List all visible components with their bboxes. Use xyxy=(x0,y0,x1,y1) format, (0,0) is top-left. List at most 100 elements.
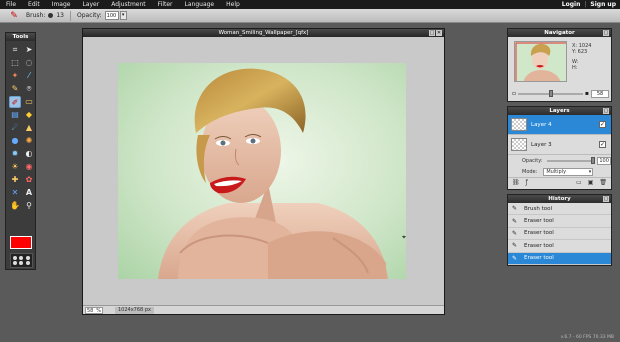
magic-wand-tool-icon[interactable]: ✦ xyxy=(9,70,21,82)
hand-tool-icon[interactable]: ✋ xyxy=(9,200,21,212)
brush-history-icon: ✎ xyxy=(512,205,518,213)
menu-image[interactable]: Image xyxy=(46,0,77,9)
brush-tool-icon[interactable]: ✎ xyxy=(8,10,20,22)
pinch-tool-icon[interactable]: ✕ xyxy=(9,187,21,199)
version-status: v.6.7 - 60 FPS 70.33 MB xyxy=(560,335,614,340)
options-bar: ✎ Brush: 13 Opacity: 100 ▾ xyxy=(0,9,620,23)
delete-layer-icon[interactable]: 🗑 xyxy=(599,179,607,186)
new-layer-icon[interactable]: ▣ xyxy=(588,179,594,186)
brush-size-value[interactable]: 13 xyxy=(56,12,64,19)
navigator-thumb-image xyxy=(515,42,566,81)
history-item[interactable]: ✎ Eraser tool xyxy=(508,240,611,253)
layer-row[interactable]: Layer 3 ✓ xyxy=(508,135,611,155)
lasso-tool-icon[interactable]: ◌ xyxy=(23,57,35,69)
picker-tool-icon[interactable]: ⁄ xyxy=(23,70,35,82)
dodge-tool-icon[interactable]: ◐ xyxy=(23,148,35,160)
preset-dot-icon xyxy=(13,255,18,260)
layers-title: Layers xyxy=(549,108,570,114)
zoom-out-icon[interactable]: ▫ xyxy=(512,90,516,97)
layer-style-icon[interactable]: ƒ xyxy=(526,179,528,186)
photo-canvas[interactable] xyxy=(118,63,406,279)
drop-tool-icon[interactable]: ✹ xyxy=(9,148,21,160)
tools-grid: ⌗ ➤ ⬚ ◌ ✦ ⁄ ✎ ⍟ ✐ ▭ ▤ ◆ ☄ ▲ ● ✺ ✹ ◐ ☀ ◉ … xyxy=(6,41,35,212)
document-title-bar[interactable]: Woman_Smiling_Wallpaper_[qfx] □ ✕ xyxy=(83,29,444,37)
link-layer-icon[interactable]: ⛓ xyxy=(512,179,520,186)
layer-visibility-checkbox[interactable]: ✓ xyxy=(599,141,606,148)
layer-row[interactable]: Layer 4 ✓ xyxy=(508,115,611,135)
burn-tool-icon[interactable]: ☀ xyxy=(9,161,21,173)
zoom-tool-icon[interactable]: ⚲ xyxy=(23,200,35,212)
history-item[interactable]: ✎ Eraser tool xyxy=(508,228,611,241)
gradient-tool-icon[interactable]: ▤ xyxy=(9,109,21,121)
layer-opacity-slider[interactable] xyxy=(546,156,596,164)
menu-file[interactable]: File xyxy=(0,0,22,9)
primary-color-swatch[interactable] xyxy=(10,236,32,249)
maximize-icon[interactable]: □ xyxy=(429,30,435,36)
h-label: H: xyxy=(572,65,578,71)
menu-adjustment[interactable]: Adjustment xyxy=(105,0,151,9)
layer-opacity-input[interactable]: 100 xyxy=(597,156,611,165)
blend-mode-select[interactable]: Multiply xyxy=(543,167,594,176)
zoom-in-icon[interactable]: ▪ xyxy=(585,90,589,97)
sharpen-tool-icon[interactable]: ▲ xyxy=(23,122,35,134)
clone-tool-icon[interactable]: ⍟ xyxy=(23,83,35,95)
collapse-icon[interactable]: ▢ xyxy=(603,30,609,36)
history-item-selected[interactable]: ✎ Eraser tool xyxy=(508,252,611,265)
brush-tool-button-icon[interactable]: ✐ xyxy=(9,96,21,108)
history-item-label: Eraser tool xyxy=(524,242,554,249)
menu-layer[interactable]: Layer xyxy=(76,0,105,9)
navigator-panel: Navigator ▢ X: 1024 Y: 623 W: H: ▫ ▪ 58 xyxy=(507,28,612,102)
menu-help[interactable]: Help xyxy=(220,0,246,9)
menu-language[interactable]: Language xyxy=(179,0,221,9)
close-icon[interactable]: ✕ xyxy=(436,30,442,36)
layer-name: Layer 3 xyxy=(531,141,552,148)
move-tool-icon[interactable]: ➤ xyxy=(23,44,35,56)
collapse-icon[interactable]: ▢ xyxy=(603,108,609,114)
navigator-thumbnail[interactable] xyxy=(514,41,567,82)
eraser-tool-icon[interactable]: ▭ xyxy=(23,96,35,108)
layers-panel: Layers ▢ Layer 4 ✓ Layer 3 ✓ Opacity: 10… xyxy=(507,106,612,190)
navigator-zoom-slider[interactable] xyxy=(518,89,583,97)
menu-edit[interactable]: Edit xyxy=(22,0,46,9)
history-item-label: Eraser tool xyxy=(524,230,554,237)
brush-label: Brush: xyxy=(26,12,46,19)
red-eye-tool-icon[interactable]: ◉ xyxy=(23,161,35,173)
navigator-zoom-knob[interactable] xyxy=(549,89,554,97)
eraser-history-icon: ✎ xyxy=(512,242,518,250)
crop-tool-icon[interactable]: ⌗ xyxy=(9,44,21,56)
smudge-tool-icon[interactable]: ☄ xyxy=(9,122,21,134)
preset-dot-icon xyxy=(19,261,24,266)
zoom-input[interactable]: 58 % xyxy=(85,306,103,314)
portrait-image xyxy=(118,63,406,279)
spot-heal-tool-icon[interactable]: ✚ xyxy=(9,174,21,186)
layer-visibility-checkbox[interactable]: ✓ xyxy=(599,121,606,128)
blur-tool-icon[interactable]: ● xyxy=(9,135,21,147)
text-tool-icon[interactable]: A xyxy=(23,187,35,199)
brush-presets-grid[interactable] xyxy=(10,253,33,268)
layer-mode-row: Mode: Multiply xyxy=(508,166,611,177)
image-dimensions: 1024x768 px xyxy=(115,306,154,314)
zoom-value: 58 xyxy=(87,307,94,314)
menu-filter[interactable]: Filter xyxy=(152,0,179,9)
menu-bar: File Edit Image Layer Adjustment Filter … xyxy=(0,0,620,9)
marquee-tool-icon[interactable]: ⬚ xyxy=(9,57,21,69)
document-window: Woman_Smiling_Wallpaper_[qfx] □ ✕ ⌖ 58 %… xyxy=(82,28,445,315)
fill-tool-icon[interactable]: ◆ xyxy=(23,109,35,121)
tools-panel-title: Tools xyxy=(6,33,35,41)
history-item[interactable]: ✎ Eraser tool xyxy=(508,215,611,228)
opacity-input[interactable]: 100 xyxy=(104,11,119,20)
signup-link[interactable]: Sign up xyxy=(586,0,620,9)
navigator-zoom-input[interactable]: 58 xyxy=(591,89,609,98)
login-link[interactable]: Login xyxy=(558,0,585,9)
bloat-tool-icon[interactable]: ✿ xyxy=(23,174,35,186)
opacity-dropdown-icon[interactable]: ▾ xyxy=(119,11,127,20)
new-folder-icon[interactable]: ▭ xyxy=(576,179,582,186)
brush-preview-icon[interactable] xyxy=(48,13,54,18)
canvas-area[interactable]: ⌖ xyxy=(84,38,443,304)
collapse-icon[interactable]: ▢ xyxy=(603,196,609,202)
layer-opacity-knob[interactable] xyxy=(591,156,596,164)
history-panel: History ▢ ✎ Brush tool ✎ Eraser tool ✎ E… xyxy=(507,194,612,266)
history-item[interactable]: ✎ Brush tool xyxy=(508,203,611,216)
sponge-tool-icon[interactable]: ✺ xyxy=(23,135,35,147)
pencil-tool-icon[interactable]: ✎ xyxy=(9,83,21,95)
